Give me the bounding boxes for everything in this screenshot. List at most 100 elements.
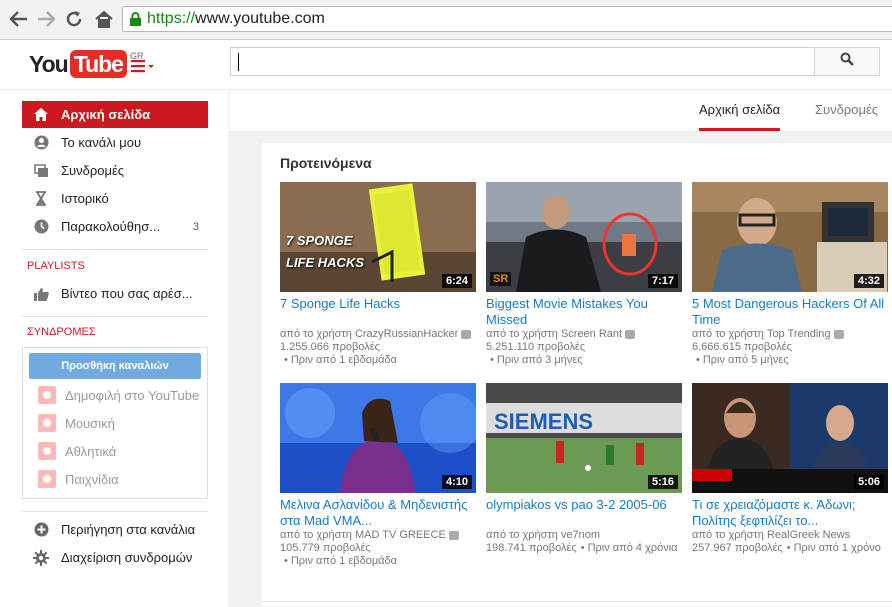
shelf-title[interactable]: Προτεινόμενα [280, 155, 372, 171]
separator-dot-icon: • [696, 354, 700, 366]
address-bar[interactable]: https://www.youtube.com [122, 6, 892, 32]
video-channel[interactable]: από το χρήστη Top Trending [692, 328, 888, 341]
video-thumbnail[interactable]: SIEMENS 5:16 [486, 383, 682, 493]
logo-tube: Tube [69, 50, 127, 78]
sidebar-item-manage-subscriptions[interactable]: Διαχείριση συνδρομών [22, 544, 208, 571]
sidebar-item-subscriptions[interactable]: Συνδρομές [22, 157, 208, 184]
video-title[interactable]: Τι σε χρειαζόμαστε κ. Άδωνι; Πολίτης ξεφ… [692, 497, 888, 529]
home-icon [33, 107, 49, 123]
sidebar-item-history[interactable]: Ιστορικό [22, 185, 208, 212]
thumbs-up-icon [33, 286, 49, 302]
video-card[interactable]: SIEMENS 5:16 olympiakos vs pao 3-2 2005-… [486, 383, 682, 555]
popular-channel-icon [38, 386, 56, 404]
gear-icon [33, 549, 49, 566]
home-page-icon[interactable] [93, 8, 115, 30]
sidebar-item-label: Βίντεο που σας αρέσ... [61, 286, 193, 301]
subscriptions-icon [33, 163, 49, 179]
playlists-header[interactable]: PLAYLISTS [27, 260, 85, 272]
tab-subscriptions[interactable]: Συνδρομές [815, 102, 878, 117]
headphones-icon [38, 414, 56, 432]
video-channel[interactable]: από το χρήστη CrazyRussianHacker [280, 328, 476, 341]
channel-item-gaming[interactable]: Παιχνίδια [23, 466, 207, 492]
video-age: Πριν από 1 εβδομάδα [290, 354, 398, 366]
next-shelf-edge [262, 601, 892, 607]
channel-item-sports[interactable]: Αθλητικά [23, 438, 207, 464]
separator-dot-icon: • [786, 542, 791, 554]
video-title[interactable]: Biggest Movie Mistakes You Missed [486, 296, 682, 328]
sidebar-item-label: Αρχική σελίδα [61, 107, 151, 122]
sidebar-item-browse-channels[interactable]: Περιήγηση στα κανάλια [22, 516, 208, 543]
video-thumbnail[interactable]: 7 SPONGE LIFE HACKS 6:24 [280, 182, 476, 292]
search-input[interactable] [230, 47, 815, 76]
thumbnail-caption: 7 SPONGE LIFE HACKS [286, 233, 364, 270]
video-thumbnail[interactable]: 4:10 [280, 383, 476, 493]
divider [22, 511, 208, 512]
duration-badge: 4:32 [853, 274, 884, 288]
forward-icon[interactable] [35, 8, 57, 30]
video-channel[interactable]: από το χρήστη MAD TV GREECE [280, 529, 476, 542]
channel-item-music[interactable]: Μουσική [23, 410, 207, 436]
hourglass-icon [33, 191, 49, 207]
sidebar-item-my-channel[interactable]: Το κανάλι μου [22, 129, 208, 156]
verified-icon [448, 530, 459, 540]
search-icon [840, 52, 854, 71]
subscriptions-box: Προσθήκη καναλιών Δημοφιλή στο YouTube Μ… [22, 347, 208, 499]
subscriptions-header[interactable]: ΣΥΝΔΡΟΜΕΣ [27, 326, 96, 338]
channel-label: Παιχνίδια [65, 471, 119, 487]
video-card[interactable]: 4:10 Μελινα Ασλανίδου & Μηδενιστής στα M… [280, 383, 476, 568]
duration-badge: 5:16 [647, 475, 678, 489]
channel-name: από το χρήστη Top Trending [692, 328, 831, 340]
video-age-line: • Πριν από 5 μήνες [692, 354, 888, 367]
sidebar-item-label: Το κανάλι μου [61, 135, 142, 150]
verified-icon [461, 329, 472, 339]
video-card[interactable]: 5:06 Τι σε χρειαζόμαστε κ. Άδωνι; Πολίτη… [692, 383, 888, 555]
duration-badge: 7:17 [647, 274, 678, 288]
channel-name: από το χρήστη CrazyRussianHacker [280, 328, 459, 340]
channel-name: από το χρήστη ve7nom [486, 529, 601, 541]
video-title[interactable]: 7 Sponge Life Hacks [280, 296, 476, 328]
video-card[interactable]: SR 7:17 Biggest Movie Mistakes You Misse… [486, 182, 682, 367]
url-host: www.youtube.com [195, 10, 325, 27]
video-age: Πριν από 3 μήνες [496, 354, 583, 366]
trophy-icon [38, 442, 56, 460]
add-channels-button[interactable]: Προσθήκη καναλιών [29, 353, 201, 379]
channel-label: Δημοφιλή στο YouTube [65, 387, 200, 403]
guide-menu-icon[interactable] [131, 59, 155, 73]
video-views: 198.741 προβολές [486, 542, 577, 554]
plus-circle-icon [33, 522, 49, 538]
channel-item-popular[interactable]: Δημοφιλή στο YouTube [23, 382, 207, 408]
divider [22, 316, 208, 317]
sidebar-item-home[interactable]: Αρχική σελίδα [22, 101, 208, 128]
video-thumbnail[interactable]: 5:06 [692, 383, 888, 493]
sidebar-item-watch-later[interactable]: Παρακολούθησ... 3 [22, 213, 208, 240]
sidebar-item-label: Περιήγηση στα κανάλια [61, 522, 196, 537]
duration-badge: 6:24 [441, 274, 472, 288]
video-channel[interactable]: από το χρήστη ve7nom [486, 529, 682, 542]
video-channel[interactable]: από το χρήστη Screen Rant [486, 328, 682, 341]
video-views: 6.666.615 προβολές [692, 341, 792, 353]
text-cursor [238, 53, 239, 71]
reload-icon[interactable] [63, 8, 85, 30]
sidebar-item-label: Ιστορικό [61, 191, 109, 206]
youtube-logo[interactable]: You Tube GR [29, 50, 143, 78]
video-age: Πριν από 4 χρόνια [587, 542, 678, 554]
back-icon[interactable] [8, 8, 30, 30]
channel-name: από το χρήστη RealGreek News [692, 529, 851, 541]
video-title[interactable]: Μελινα Ασλανίδου & Μηδενιστής στα Mad VM… [280, 497, 476, 529]
video-card[interactable]: 7 SPONGE LIFE HACKS 6:24 7 Sponge Life H… [280, 182, 476, 367]
separator-dot-icon: • [490, 354, 494, 366]
video-thumbnail[interactable]: 4:32 [692, 182, 888, 292]
separator-dot-icon: • [284, 555, 288, 567]
video-channel[interactable]: από το χρήστη RealGreek News [692, 529, 888, 542]
tab-home[interactable]: Αρχική σελίδα [699, 102, 781, 131]
sidebar-item-liked-videos[interactable]: Βίντεο που σας αρέσ... [22, 280, 208, 307]
video-thumbnail[interactable]: SR 7:17 [486, 182, 682, 292]
search-button[interactable] [814, 47, 880, 76]
recommended-shelf: Προτεινόμενα 7 SPONGE LIFE HACKS 6:24 7 … [262, 143, 892, 601]
video-views: 257.967 προβολές [692, 542, 783, 554]
video-title[interactable]: olympiakos vs pao 3-2 2005-06 [486, 497, 682, 529]
browser-toolbar: https://www.youtube.com [0, 0, 892, 40]
stadium-sign-text: SIEMENS [494, 409, 594, 434]
video-card[interactable]: 4:32 5 Most Dangerous Hackers Of All Tim… [692, 182, 888, 367]
video-title[interactable]: 5 Most Dangerous Hackers Of All Time [692, 296, 888, 328]
